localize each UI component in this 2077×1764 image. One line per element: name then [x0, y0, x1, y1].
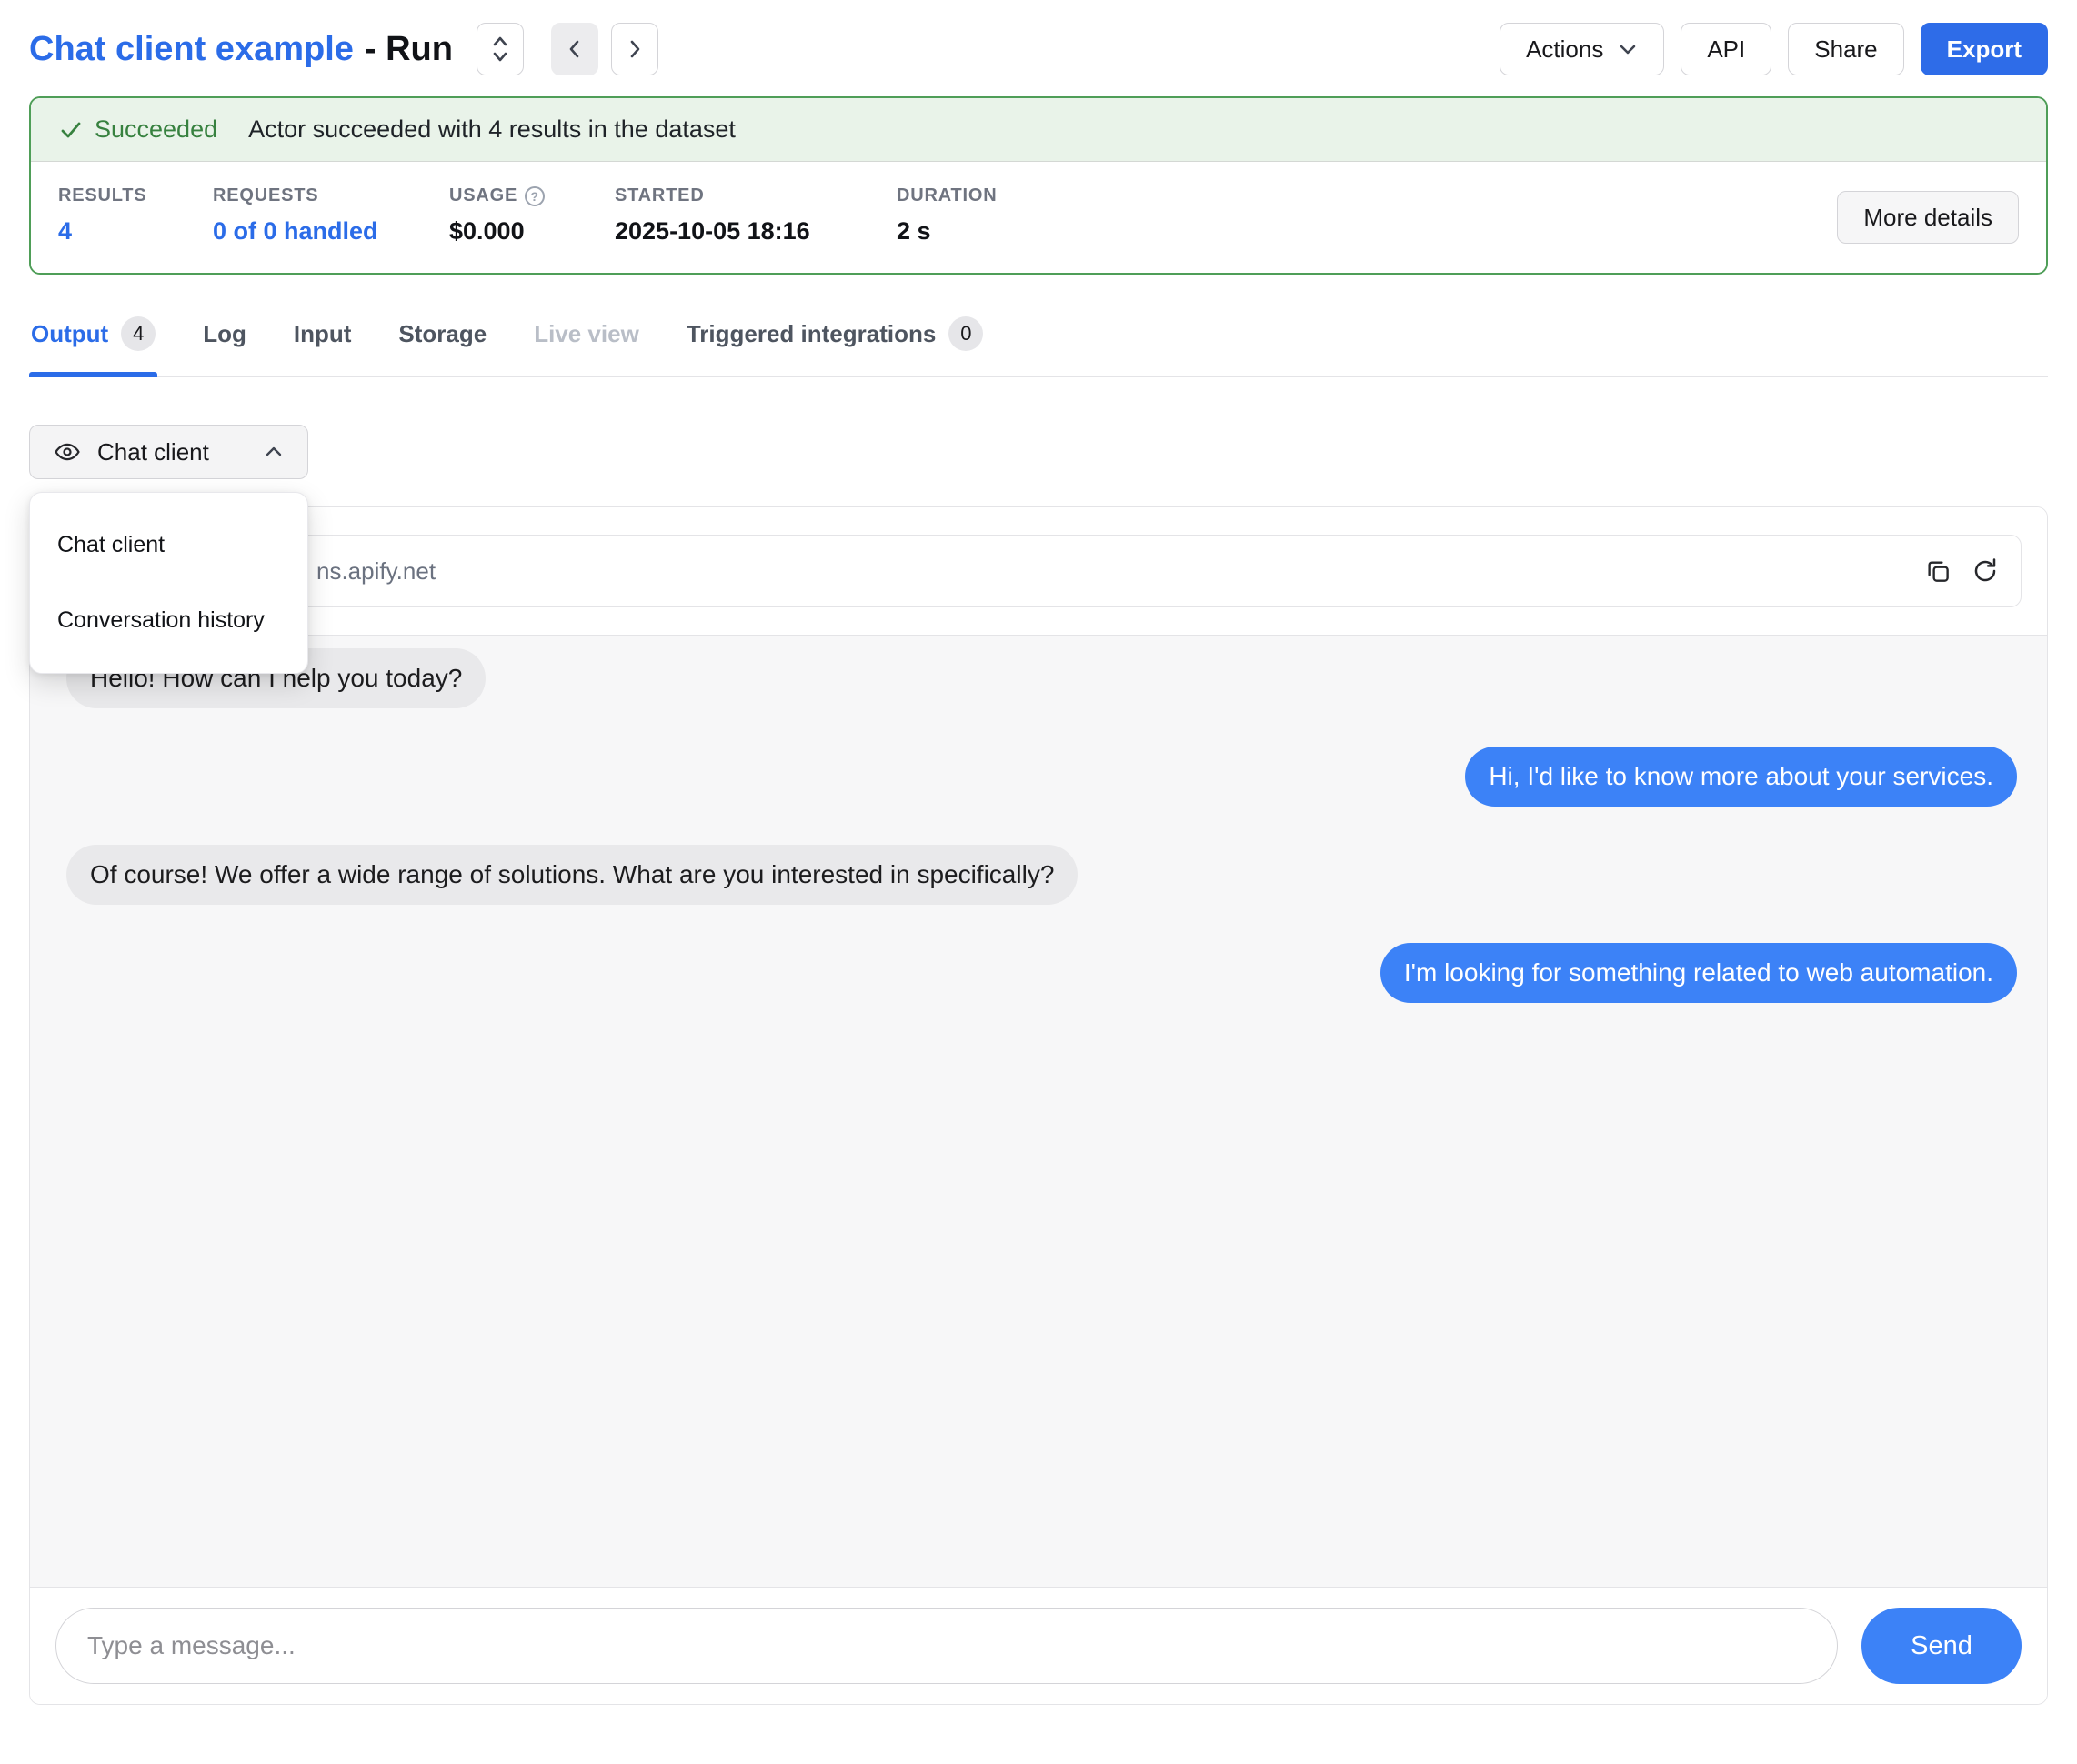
page-title[interactable]: Chat client example [29, 30, 354, 69]
chat-message-bot: Hello! How can I help you today? [66, 648, 2017, 708]
dropdown-item-chat-client[interactable]: Chat client [30, 507, 307, 583]
chevron-up-down-icon [489, 34, 511, 65]
check-icon [58, 117, 84, 143]
stat-usage-label: USAGE [449, 185, 615, 206]
tab-log[interactable]: Log [201, 311, 248, 376]
previous-run-button[interactable] [551, 23, 598, 75]
stat-started-value: 2025-10-05 18:16 [615, 217, 897, 246]
stat-started: STARTED 2025-10-05 18:16 [615, 185, 897, 246]
message-input[interactable] [55, 1608, 1838, 1684]
stat-results-label: RESULTS [58, 185, 213, 206]
chat-message-bot: Of course! We offer a wide range of solu… [66, 845, 2017, 905]
view-selector-button[interactable]: Chat client [29, 425, 308, 479]
more-details-label: More details [1863, 204, 1992, 232]
api-button[interactable]: API [1681, 23, 1771, 75]
copy-url-button[interactable] [1924, 557, 1952, 585]
tab-live-view-label: Live view [534, 320, 639, 348]
page-title-run-suffix: - Run [365, 30, 453, 69]
chevron-left-icon [565, 39, 585, 59]
tab-output-badge: 4 [121, 316, 156, 351]
tab-input[interactable]: Input [292, 311, 354, 376]
refresh-button[interactable] [1972, 557, 1999, 585]
run-status-box: Succeeded Actor succeeded with 4 results… [29, 96, 2048, 275]
header-actions: Actions API Share Export [1500, 23, 2048, 75]
chat-message-user: Hi, I'd like to know more about your ser… [66, 747, 2017, 807]
copy-icon [1924, 557, 1952, 585]
status-label: Succeeded [58, 115, 217, 144]
share-button[interactable]: Share [1788, 23, 1903, 75]
chevron-right-icon [625, 39, 645, 59]
chevron-up-icon [264, 442, 284, 462]
stat-results-value[interactable]: 4 [58, 217, 213, 246]
next-run-button[interactable] [611, 23, 658, 75]
tab-storage[interactable]: Storage [396, 311, 488, 376]
stat-duration-value: 2 s [897, 217, 997, 246]
chat-bubble: Hi, I'd like to know more about your ser… [1465, 747, 2017, 807]
export-button[interactable]: Export [1921, 23, 2048, 75]
chat-bubble: Of course! We offer a wide range of solu… [66, 845, 1078, 905]
run-page: Chat client example - Run [0, 22, 2077, 1764]
tab-live-view: Live view [532, 311, 641, 376]
chat-bubble: I'm looking for something related to web… [1380, 943, 2017, 1003]
chevron-down-icon [1618, 39, 1638, 59]
tab-input-label: Input [294, 320, 352, 348]
export-button-label: Export [1947, 35, 2022, 64]
stat-usage-value: $0.000 [449, 217, 615, 246]
tab-output-label: Output [31, 320, 108, 348]
iframe-url-text: ns.apify.net [78, 557, 1924, 586]
more-details-button[interactable]: More details [1837, 191, 2019, 244]
iframe-url-bar[interactable]: ns.apify.net [55, 535, 2022, 607]
tab-storage-label: Storage [398, 320, 487, 348]
page-header: Chat client example - Run [29, 22, 2048, 76]
send-button[interactable]: Send [1861, 1608, 2022, 1684]
stat-duration: DURATION 2 s [897, 185, 997, 246]
actions-button[interactable]: Actions [1500, 23, 1664, 75]
share-button-label: Share [1814, 35, 1877, 64]
chat-footer: Send [30, 1587, 2047, 1704]
stats-row: RESULTS 4 REQUESTS 0 of 0 handled USAGE … [31, 162, 2046, 273]
tab-triggered-integrations-badge: 0 [948, 316, 983, 351]
stat-requests-value[interactable]: 0 of 0 handled [213, 217, 449, 246]
tab-output[interactable]: Output 4 [29, 311, 157, 376]
stat-results: RESULTS 4 [58, 185, 213, 246]
stat-started-label: STARTED [615, 185, 897, 206]
usage-info-icon[interactable] [525, 186, 545, 206]
stat-usage-label-text: USAGE [449, 185, 517, 206]
chat-message-list: Hello! How can I help you today? Hi, I'd… [30, 636, 2047, 1587]
tab-log-label: Log [203, 320, 246, 348]
tab-triggered-integrations[interactable]: Triggered integrations 0 [685, 311, 986, 376]
run-selector-button[interactable] [477, 23, 524, 75]
dropdown-item-conversation-history[interactable]: Conversation history [30, 583, 307, 658]
eye-icon [54, 438, 81, 466]
actions-button-label: Actions [1526, 35, 1603, 64]
view-selector-dropdown: Chat client Conversation history [29, 492, 308, 674]
run-tabs: Output 4 Log Input Storage Live view Tri… [29, 311, 2048, 377]
stat-requests-label: REQUESTS [213, 185, 449, 206]
tab-triggered-integrations-label: Triggered integrations [687, 320, 937, 348]
stat-requests: REQUESTS 0 of 0 handled [213, 185, 449, 246]
status-banner: Succeeded Actor succeeded with 4 results… [31, 98, 2046, 162]
status-message: Actor succeeded with 4 results in the da… [248, 115, 736, 144]
output-view-selector: Chat client Chat client Conversation his… [29, 425, 308, 479]
status-text: Succeeded [95, 115, 217, 144]
stat-usage: USAGE $0.000 [449, 185, 615, 246]
stat-duration-label: DURATION [897, 185, 997, 206]
refresh-icon [1972, 557, 1999, 585]
chat-card-header: ns.apify.net [30, 507, 2047, 636]
api-button-label: API [1707, 35, 1745, 64]
chat-client-card: ns.apify.net [29, 506, 2048, 1705]
view-selector-label: Chat client [97, 438, 247, 466]
url-bar-actions [1924, 557, 1999, 585]
chat-message-user: I'm looking for something related to web… [66, 943, 2017, 1003]
